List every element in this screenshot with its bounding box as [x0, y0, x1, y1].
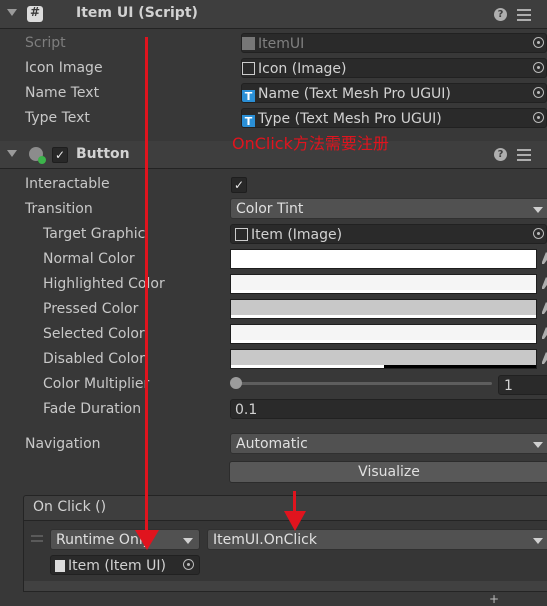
icon-image-field[interactable]: Icon (Image): [241, 58, 547, 78]
navigation-label: Navigation: [25, 436, 101, 452]
interactable-checkbox[interactable]: ✓: [231, 177, 247, 193]
script-label: Script: [25, 35, 66, 51]
target-graphic-field[interactable]: Item (Image): [230, 224, 547, 244]
color-multiplier-input[interactable]: 1: [498, 375, 547, 395]
fade-duration-input[interactable]: 0.1: [230, 399, 547, 419]
name-text-label: Name Text: [25, 85, 100, 101]
drag-handle-icon[interactable]: [31, 535, 43, 537]
text-mesh-pro-icon: T: [242, 115, 255, 127]
button-component-icon: [29, 147, 46, 164]
visualize-button[interactable]: Visualize: [229, 461, 547, 483]
interactable-label: Interactable: [25, 176, 110, 192]
object-picker-icon[interactable]: [533, 112, 544, 123]
slider-handle[interactable]: [230, 377, 242, 389]
navigation-dropdown[interactable]: Automatic: [230, 433, 547, 454]
disabled-color-label: Disabled Color: [43, 351, 145, 367]
eyedropper-icon[interactable]: [541, 352, 547, 366]
object-picker-icon[interactable]: [533, 62, 544, 73]
object-picker-icon: [533, 37, 544, 48]
transition-dropdown[interactable]: Color Tint: [230, 198, 547, 219]
pressed-color-swatch[interactable]: [230, 299, 537, 319]
event-target-field[interactable]: Item (Item UI): [50, 555, 200, 575]
script-asset-icon: [242, 37, 255, 50]
annotation-arrow-line: [293, 491, 296, 513]
normal-color-swatch[interactable]: [230, 249, 537, 269]
object-picker-icon[interactable]: [183, 559, 194, 570]
selected-color-label: Selected Color: [43, 326, 145, 342]
eyedropper-icon[interactable]: [541, 252, 547, 266]
foldout-arrow-icon[interactable]: [7, 150, 17, 157]
image-icon: [235, 228, 248, 241]
chevron-down-icon: [533, 538, 543, 544]
eyedropper-icon[interactable]: [541, 327, 547, 341]
object-picker-icon[interactable]: [533, 87, 544, 98]
help-icon[interactable]: ?: [494, 148, 507, 161]
object-picker-icon[interactable]: [533, 228, 544, 239]
annotation-arrow-line: [145, 37, 148, 539]
component-title: Item UI (Script): [76, 5, 198, 21]
eyedropper-icon[interactable]: [541, 277, 547, 291]
preset-icon[interactable]: [517, 148, 531, 161]
annotation-arrow-head: [284, 511, 306, 531]
chevron-down-icon: [533, 442, 543, 448]
slider-track[interactable]: [236, 382, 492, 385]
target-graphic-label: Target Graphic: [43, 226, 146, 242]
text-mesh-pro-icon: T: [242, 90, 255, 102]
component-title: Button: [76, 146, 130, 162]
preset-icon[interactable]: [517, 8, 531, 21]
color-multiplier-label: Color Multiplier: [43, 376, 150, 392]
type-text-label: Type Text: [25, 110, 90, 126]
chevron-down-icon: [533, 207, 543, 213]
script-icon: [55, 560, 65, 572]
component-enabled-checkbox[interactable]: ✓: [52, 147, 68, 163]
transition-label: Transition: [25, 201, 93, 217]
eyedropper-icon[interactable]: [541, 302, 547, 316]
annotation-text: OnClick方法需要注册: [232, 134, 389, 153]
drag-handle-icon[interactable]: [31, 540, 43, 542]
chevron-down-icon: [183, 538, 193, 544]
selected-color-swatch[interactable]: [230, 324, 537, 344]
annotation-arrow-head: [135, 530, 159, 550]
function-dropdown[interactable]: ItemUI.OnClick: [207, 529, 547, 550]
normal-color-label: Normal Color: [43, 251, 135, 267]
pressed-color-label: Pressed Color: [43, 301, 139, 317]
add-event-icon[interactable]: +: [489, 592, 499, 606]
on-click-label: On Click (): [33, 499, 107, 515]
script-field: ItemUI: [241, 33, 547, 53]
type-text-field[interactable]: T Type (Text Mesh Pro UGUI): [241, 108, 547, 128]
help-icon[interactable]: ?: [494, 8, 507, 21]
fade-duration-label: Fade Duration: [43, 401, 142, 417]
item-ui-component-header[interactable]: # Item UI (Script) ?: [0, 0, 547, 29]
script-icon: #: [27, 5, 43, 22]
highlighted-color-swatch[interactable]: [230, 274, 537, 294]
icon-image-label: Icon Image: [25, 60, 103, 76]
foldout-arrow-icon[interactable]: [7, 9, 17, 16]
image-icon: [242, 62, 255, 75]
name-text-field[interactable]: T Name (Text Mesh Pro UGUI): [241, 83, 547, 103]
disabled-color-swatch[interactable]: [230, 349, 537, 369]
runtime-dropdown[interactable]: Runtime Only: [50, 529, 200, 550]
